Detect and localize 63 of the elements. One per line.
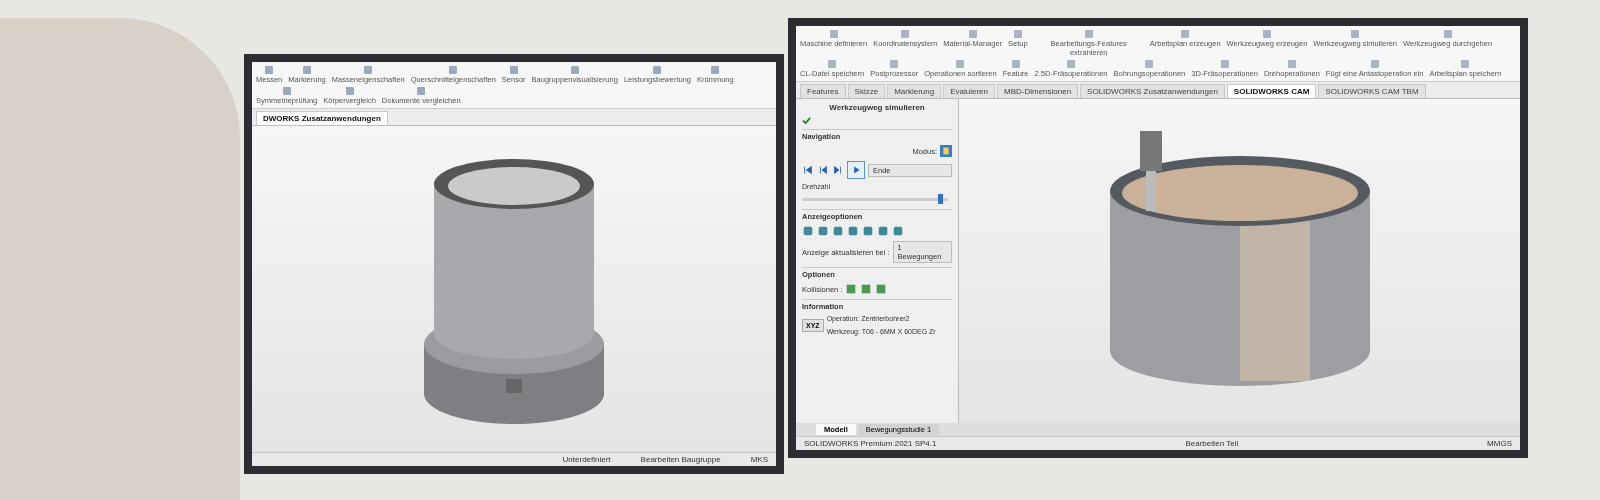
status-text: MKS bbox=[750, 455, 768, 464]
tool-icon bbox=[569, 65, 580, 75]
tab[interactable]: Skizze bbox=[847, 84, 886, 98]
step-forward-icon[interactable] bbox=[832, 164, 844, 176]
display-option-icon[interactable] bbox=[847, 225, 859, 237]
tool-icon bbox=[1012, 29, 1023, 39]
tool-icon bbox=[344, 86, 355, 96]
collision-icon[interactable] bbox=[845, 283, 858, 295]
tool-icon bbox=[900, 29, 911, 39]
tab[interactable]: DWORKS Zusatzanwendungen bbox=[256, 111, 388, 125]
play-icon[interactable] bbox=[847, 161, 865, 179]
display-option-icon[interactable] bbox=[877, 225, 889, 237]
tool-icon bbox=[1262, 29, 1272, 39]
display-option-icon[interactable] bbox=[862, 225, 874, 237]
tool-icon bbox=[281, 86, 292, 96]
tool-icon bbox=[889, 59, 900, 69]
tab[interactable]: Features bbox=[800, 84, 846, 98]
display-option-icon[interactable] bbox=[892, 225, 904, 237]
display-option-icon[interactable] bbox=[802, 225, 814, 237]
tool-icon bbox=[652, 65, 663, 75]
status-text: MMGS bbox=[1487, 439, 1512, 448]
tool-icon bbox=[955, 59, 966, 69]
tab[interactable]: SOLIDWORKS CAM bbox=[1226, 84, 1317, 98]
checkmark-icon[interactable] bbox=[802, 116, 811, 125]
tab[interactable]: Evaluieren bbox=[943, 84, 995, 98]
tool-icon bbox=[1010, 59, 1021, 69]
tool-icon bbox=[967, 29, 978, 39]
tool-icon bbox=[1460, 59, 1471, 69]
tool-icon bbox=[1369, 59, 1380, 69]
tool-icon bbox=[448, 65, 459, 75]
tool-icon bbox=[264, 65, 275, 75]
status-text: Bearbeiten Teil bbox=[1185, 439, 1239, 448]
panel-title: Werkzeugweg simulieren bbox=[828, 103, 926, 112]
tab[interactable]: Markierung bbox=[887, 84, 942, 98]
tool-icon bbox=[710, 65, 721, 75]
tool-icon bbox=[828, 29, 839, 39]
tool-icon bbox=[1350, 29, 1361, 39]
status-text: Bearbeiten Baugruppe bbox=[640, 455, 721, 464]
tool-icon bbox=[1144, 59, 1155, 69]
display-option-icon[interactable] bbox=[832, 225, 844, 237]
mode-icon[interactable] bbox=[940, 145, 952, 157]
tool-icon bbox=[1066, 59, 1077, 69]
step-back-icon[interactable] bbox=[817, 164, 829, 176]
tool-icon bbox=[1286, 59, 1297, 69]
tab[interactable]: SOLIDWORKS CAM TBM bbox=[1318, 84, 1426, 98]
tool-icon bbox=[508, 65, 519, 75]
tool-icon bbox=[1442, 29, 1453, 39]
display-option-icon[interactable] bbox=[817, 225, 829, 237]
status-text: Unterdefiniert bbox=[562, 455, 611, 464]
tab[interactable]: MBD-Dimensionen bbox=[996, 84, 1079, 98]
tab[interactable]: SOLIDWORKS Zusatzanwendungen bbox=[1080, 84, 1225, 98]
tool-icon bbox=[827, 59, 838, 69]
slider-thumb[interactable] bbox=[937, 194, 943, 204]
status-text: SOLIDWORKS Premium 2021 SP4.1 bbox=[804, 439, 937, 448]
tool-icon bbox=[416, 86, 427, 96]
skip-back-icon[interactable] bbox=[802, 164, 814, 176]
collision-icon[interactable] bbox=[860, 283, 873, 295]
tool-icon bbox=[1219, 59, 1230, 69]
tool-icon bbox=[302, 65, 312, 75]
tool-icon bbox=[1083, 29, 1094, 39]
tool-icon bbox=[363, 65, 374, 75]
tool-icon bbox=[1180, 29, 1191, 39]
collision-icon[interactable] bbox=[875, 283, 888, 295]
